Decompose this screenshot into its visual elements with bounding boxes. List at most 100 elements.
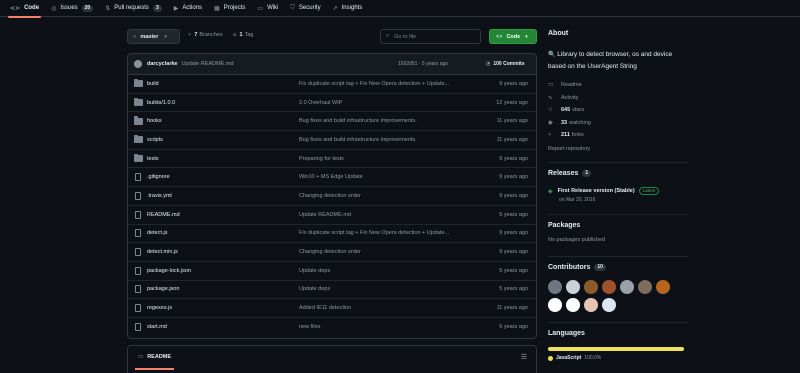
language-item[interactable]: JavaScript 100.0%	[548, 355, 688, 361]
avatar[interactable]	[134, 60, 142, 68]
about-link-Readme[interactable]: ▭ Readme	[548, 79, 688, 92]
file-commit-message[interactable]: Changing detection order	[299, 249, 361, 255]
file-commit-message[interactable]: new files	[299, 324, 320, 330]
releases-title[interactable]: Releases	[548, 170, 578, 177]
file-commit-message[interactable]: Update deps	[299, 286, 330, 292]
about-link-forks[interactable]: ⑂ 211 forks	[548, 129, 688, 142]
readme-tab[interactable]: ▭ README	[134, 354, 175, 370]
avatar[interactable]	[566, 280, 580, 294]
file-commit-message[interactable]: 2.0 Overhaul WIP	[299, 100, 342, 106]
language-dot	[548, 355, 553, 361]
table-row[interactable]: start.md new files 6 years ago	[128, 318, 536, 337]
packages-title[interactable]: Packages	[548, 222, 688, 229]
avatar[interactable]	[548, 298, 562, 312]
table-row[interactable]: package.json Update deps 5 years ago	[128, 281, 536, 300]
about-description: 🔍 Library to detect browser, os and devi…	[548, 49, 688, 72]
commit-author[interactable]: darcyclarke	[147, 61, 178, 67]
search-icon: ⌕	[386, 33, 390, 39]
file-name[interactable]: hooks	[147, 118, 162, 124]
tab-pull-requests[interactable]: ⇅ Pull requests 3	[105, 0, 162, 17]
file-name[interactable]: .gitignore	[147, 174, 170, 180]
commit-hash-age[interactable]: 1692d51 · 5 years ago	[398, 61, 448, 67]
tab-insights[interactable]: ↗ Insights	[333, 0, 363, 17]
avatar[interactable]	[602, 298, 616, 312]
file-commit-message[interactable]: Bug fixes and build infrastructure impro…	[299, 137, 417, 143]
about-link-Activity[interactable]: ∿ Activity	[548, 92, 688, 105]
file-name[interactable]: scripts	[147, 137, 163, 143]
avatar[interactable]	[656, 280, 670, 294]
tab-actions[interactable]: ▶ Actions	[174, 0, 202, 17]
avatar[interactable]	[584, 280, 598, 294]
table-row[interactable]: package-lock.json Update deps 5 years ago	[128, 262, 536, 281]
avatar[interactable]	[602, 280, 616, 294]
file-name[interactable]: start.md	[147, 324, 167, 330]
file-name[interactable]: builds/1.0.0	[147, 100, 175, 106]
commits-link[interactable]: ◷ 100 Commits	[486, 61, 525, 67]
folder-icon	[134, 78, 143, 88]
tab-code[interactable]: <> Code	[7, 0, 42, 18]
file-name[interactable]: detect.js	[147, 230, 167, 236]
file-name[interactable]: package.json	[147, 286, 179, 292]
avatar[interactable]	[584, 298, 598, 312]
table-row[interactable]: builds/1.0.0 2.0 Overhaul WIP 12 years ago	[128, 94, 536, 113]
file-name[interactable]: package-lock.json	[147, 268, 191, 274]
file-name[interactable]: regexes.js	[147, 305, 172, 311]
outline-menu-icon[interactable]: ☰	[521, 353, 527, 361]
release-name[interactable]: First Release version (Stable)	[558, 188, 635, 194]
table-row[interactable]: build Fix duplicate script tag + Fix New …	[128, 75, 536, 94]
file-name[interactable]: README.md	[147, 212, 180, 218]
go-to-file-input[interactable]: ⌕ Go to file	[380, 29, 481, 44]
table-row[interactable]: .gitignore Win10 + MS Edge Update 9 years …	[128, 168, 536, 188]
folder-icon	[134, 97, 143, 107]
avatar[interactable]	[566, 298, 580, 312]
caret-down-icon: ▾	[164, 33, 167, 40]
commit-message[interactable]: Update README.md	[182, 61, 234, 67]
contributors-title[interactable]: Contributors	[548, 264, 590, 271]
file-name[interactable]: .travis.yml	[147, 193, 172, 199]
table-row[interactable]: README.md Update README.md 5 years ago	[128, 206, 536, 225]
branch-selector-button[interactable]: ⑂ master ▾	[127, 29, 180, 44]
release-item[interactable]: ◈ First Release version (Stable) Latest …	[548, 187, 688, 203]
tag-icon: ◈	[548, 187, 553, 195]
file-commit-message[interactable]: Added IE11 detection	[299, 305, 351, 311]
file-commit-message[interactable]: Update README.md	[299, 212, 351, 218]
table-row[interactable]: .travis.yml Changing detection order 9 yea…	[128, 187, 536, 206]
file-commit-message[interactable]: Fix duplicate script tag + Fix New Opera…	[299, 230, 449, 236]
language-percent: 100.0%	[584, 355, 602, 361]
file-icon	[135, 248, 141, 257]
table-row[interactable]: detect.js Fix duplicate script tag + Fix …	[128, 225, 536, 244]
table-row[interactable]: hooks Bug fixes and build infrastructure …	[128, 112, 536, 132]
avatar[interactable]	[620, 280, 634, 294]
tab-wiki[interactable]: ▭ Wiki	[257, 0, 278, 17]
avatar[interactable]	[638, 280, 652, 294]
code-button[interactable]: <> Code ▾	[489, 29, 537, 44]
avatar[interactable]	[548, 280, 562, 294]
divider	[548, 256, 688, 257]
file-commit-message[interactable]: Fix duplicate script tag + Fix New Opera…	[299, 81, 449, 87]
tab-projects[interactable]: ▦ Projects	[214, 0, 245, 17]
file-commit-message[interactable]: Bug fixes and build infrastructure impro…	[299, 118, 417, 124]
table-row[interactable]: tests Preparing for tests 9 years ago	[128, 150, 536, 169]
tab-security[interactable]: ⛉ Security	[290, 0, 320, 17]
commits-count: 100 Commits	[493, 61, 525, 67]
file-name[interactable]: tests	[147, 156, 159, 162]
file-name[interactable]: detect.min.js	[147, 249, 178, 255]
table-row[interactable]: detect.min.js Changing detection order 9 y…	[128, 243, 536, 262]
table-icon: ▦	[214, 4, 220, 12]
file-commit-message[interactable]: Update deps	[299, 268, 330, 274]
table-row[interactable]: regexes.js Added IE11 detection 11 years a…	[128, 299, 536, 318]
file-name[interactable]: build	[147, 81, 159, 87]
file-commit-message[interactable]: Win10 + MS Edge Update	[299, 174, 363, 180]
tab-issues[interactable]: ◎ Issues 20	[51, 0, 94, 17]
file-commit-message[interactable]: Changing detection order	[299, 193, 361, 199]
about-link-watching[interactable]: ◉ 33 watching	[548, 117, 688, 130]
about-link-stars[interactable]: ☆ 645 stars	[548, 104, 688, 117]
branches-link[interactable]: ⑂ 7 Branches	[188, 32, 223, 38]
tab-label: Projects	[223, 5, 246, 11]
file-commit-message[interactable]: Preparing for tests	[299, 156, 344, 162]
file-icon	[135, 285, 141, 294]
table-row[interactable]: scripts Bug fixes and build infrastructur…	[128, 131, 536, 150]
repo-nav: <> Code ◎ Issues 20 ⇅ Pull requests 3 ▶ Actions ▦ P…	[0, 0, 800, 18]
tags-link[interactable]: ⌂ 1 Tag	[233, 32, 253, 38]
report-link[interactable]: Report repository	[548, 144, 688, 154]
